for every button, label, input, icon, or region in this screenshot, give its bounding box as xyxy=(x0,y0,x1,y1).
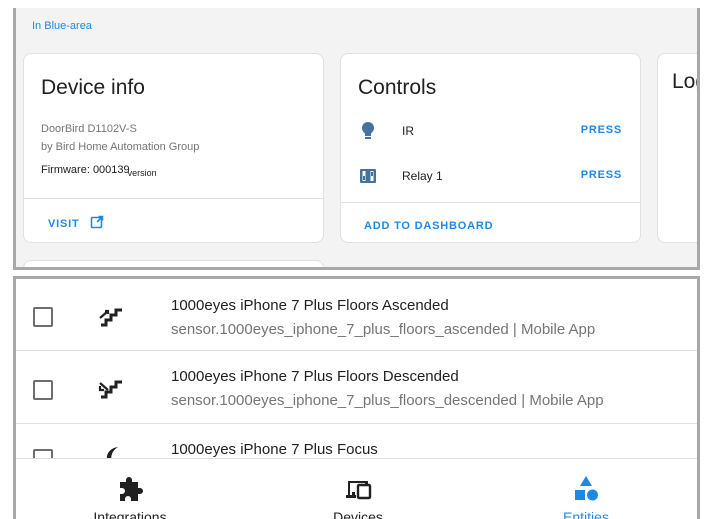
card-divider xyxy=(24,198,323,199)
firmware-version-label: version xyxy=(127,168,157,178)
entity-name: 1000eyes iPhone 7 Plus Focus xyxy=(171,441,378,458)
nav-label: Entities xyxy=(563,509,609,519)
logbook-title: Log xyxy=(672,70,697,93)
entity-row[interactable]: 1000eyes iPhone 7 Plus Floors Ascended s… xyxy=(16,279,697,351)
device-info-title: Device info xyxy=(41,76,145,99)
press-relay-button[interactable]: PRESS xyxy=(581,169,622,181)
stairs-up-icon xyxy=(99,308,122,327)
area-breadcrumb[interactable]: In Blue-area xyxy=(32,20,92,32)
entity-row[interactable]: 1000eyes iPhone 7 Plus Floors Descended … xyxy=(16,352,697,424)
entities-panel: 1000eyes iPhone 7 Plus Floors Ascended s… xyxy=(13,276,700,519)
logbook-card: Log xyxy=(657,53,697,243)
row-checkbox[interactable] xyxy=(33,380,53,400)
entity-name: 1000eyes iPhone 7 Plus Floors Ascended xyxy=(171,297,449,314)
controls-title: Controls xyxy=(358,76,437,99)
device-firmware: Firmware: 000139version xyxy=(41,164,157,178)
device-model: DoorBird D1102V-S xyxy=(41,123,137,135)
puzzle-icon xyxy=(120,477,143,501)
bottom-navigation: Integrations Devices Entities xyxy=(16,458,697,519)
stairs-down-icon xyxy=(98,380,122,399)
nav-devices[interactable]: Devices xyxy=(244,459,472,519)
controls-card: Controls IR PRESS Relay 1 PRESS ADD TO D… xyxy=(340,53,641,243)
relay-icon xyxy=(360,169,376,183)
firmware-text: Firmware: 000139 xyxy=(41,164,130,176)
device-page-panel: In Blue-area Device info DoorBird D1102V… xyxy=(13,8,700,270)
press-ir-button[interactable]: PRESS xyxy=(581,124,622,136)
control-label: IR xyxy=(402,124,414,138)
card-divider xyxy=(341,202,640,203)
devices-icon xyxy=(346,481,372,500)
visit-button[interactable]: VISIT xyxy=(48,215,104,230)
control-row-relay: Relay 1 PRESS xyxy=(341,164,640,188)
entity-name: 1000eyes iPhone 7 Plus Floors Descended xyxy=(171,368,459,385)
visit-label: VISIT xyxy=(48,218,80,230)
control-label: Relay 1 xyxy=(402,169,443,183)
device-manufacturer: by Bird Home Automation Group xyxy=(41,141,200,153)
open-in-new-icon xyxy=(91,215,104,229)
device-info-card: Device info DoorBird D1102V-S by Bird Ho… xyxy=(23,53,324,243)
shapes-icon xyxy=(575,476,598,501)
control-row-ir: IR PRESS xyxy=(341,119,640,143)
nav-label: Devices xyxy=(333,509,383,519)
entity-id: sensor.1000eyes_iphone_7_plus_floors_asc… xyxy=(171,321,596,338)
add-to-dashboard-button[interactable]: ADD TO DASHBOARD xyxy=(364,220,493,232)
nav-label: Integrations xyxy=(93,509,167,519)
entity-id: sensor.1000eyes_iphone_7_plus_floors_des… xyxy=(171,392,604,409)
nav-integrations[interactable]: Integrations xyxy=(16,459,244,519)
lightbulb-icon xyxy=(362,122,374,139)
nav-entities[interactable]: Entities xyxy=(472,459,697,519)
row-checkbox[interactable] xyxy=(33,307,53,327)
next-card-stub xyxy=(23,260,324,267)
